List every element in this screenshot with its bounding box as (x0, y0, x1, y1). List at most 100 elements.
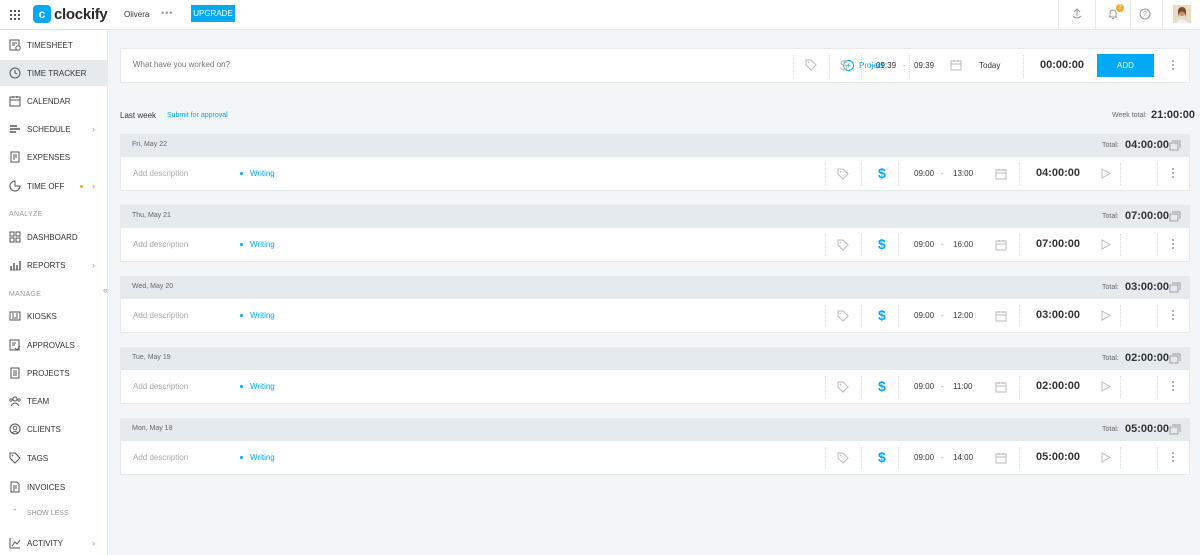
extension-icon[interactable] (1070, 7, 1084, 21)
sidebar-item-clients[interactable]: CLIENTS (0, 416, 108, 442)
notifications-bell-icon[interactable]: 2 (1106, 4, 1124, 21)
help-icon[interactable]: ? (1138, 7, 1152, 21)
bulk-edit-icon[interactable] (1169, 140, 1181, 151)
play-icon[interactable] (1101, 168, 1112, 181)
start-time-input[interactable]: 09:00 (914, 169, 934, 178)
bulk-edit-icon[interactable] (1169, 353, 1181, 364)
entry-menu-icon[interactable] (1171, 60, 1175, 70)
description-input[interactable]: Add description (133, 453, 188, 462)
billable-dollar-icon[interactable]: $ (878, 449, 886, 465)
timer-duration[interactable]: 00:00:00 (1040, 59, 1084, 71)
tag-icon[interactable] (837, 168, 849, 182)
entry-menu-icon[interactable] (1171, 168, 1175, 178)
project-label[interactable]: Writing (240, 382, 275, 391)
notifications-badge: 2 (1116, 4, 1124, 12)
tag-icon[interactable] (837, 310, 849, 324)
workspace-menu-icon[interactable]: ••• (161, 8, 173, 18)
entry-duration[interactable]: 02:00:00 (1036, 380, 1080, 392)
entry-menu-icon[interactable] (1171, 381, 1175, 391)
end-time-input[interactable]: 12:00 (953, 311, 973, 320)
sidebar-item-projects[interactable]: PROJECTS (0, 360, 108, 386)
calendar-icon[interactable] (995, 310, 1007, 324)
sidebar-item-reports[interactable]: REPORTS › (0, 252, 108, 278)
workspace-name[interactable]: Olivera (124, 10, 149, 19)
entry-duration[interactable]: 04:00:00 (1036, 167, 1080, 179)
entry-menu-icon[interactable] (1171, 452, 1175, 462)
clockify-logo[interactable]: c clockify (33, 5, 108, 23)
sidebar-item-time-off[interactable]: TIME OFF › (0, 173, 108, 199)
entry-duration[interactable]: 03:00:00 (1036, 309, 1080, 321)
project-label[interactable]: Writing (240, 169, 275, 178)
billable-dollar-icon[interactable]: $ (878, 236, 886, 252)
play-icon[interactable] (1101, 381, 1112, 394)
collapse-sidebar-icon[interactable]: « (103, 285, 108, 295)
approvals-icon (9, 339, 21, 351)
calendar-icon[interactable] (995, 381, 1007, 395)
sidebar-item-kiosks[interactable]: KIOSKS (0, 303, 108, 329)
sidebar-item-calendar[interactable]: CALENDAR (0, 88, 108, 114)
end-time-input[interactable]: 16:00 (953, 240, 973, 249)
submit-for-approval-link[interactable]: Submit for approval (167, 112, 228, 119)
entry-duration[interactable]: 07:00:00 (1036, 238, 1080, 250)
day-header: Wed, May 20 Total: 03:00:00 (120, 276, 1190, 299)
billable-dollar-icon[interactable]: $ (840, 57, 848, 73)
end-time-input[interactable]: 09:39 (914, 61, 934, 70)
chevron-right-icon: › (92, 260, 95, 270)
calendar-icon[interactable] (995, 452, 1007, 466)
project-label[interactable]: Writing (240, 240, 275, 249)
upgrade-button[interactable]: UPGRADE (191, 5, 235, 22)
description-input[interactable]: Add description (133, 240, 188, 249)
date-label[interactable]: Today (979, 61, 1000, 70)
play-icon[interactable] (1101, 452, 1112, 465)
tag-icon[interactable] (837, 381, 849, 395)
sidebar-item-team[interactable]: TEAM (0, 388, 108, 414)
bulk-edit-icon[interactable] (1169, 282, 1181, 293)
notification-dot (80, 184, 83, 188)
calendar-icon[interactable] (950, 59, 962, 73)
tag-icon[interactable] (805, 59, 817, 73)
sidebar-item-activity[interactable]: ACTIVITY › (0, 530, 108, 555)
sidebar-item-dashboard[interactable]: DASHBOARD (0, 224, 108, 250)
tag-icon[interactable] (837, 239, 849, 253)
entry-duration[interactable]: 05:00:00 (1036, 451, 1080, 463)
sidebar-item-time-tracker[interactable]: TIME TRACKER (0, 60, 108, 86)
end-time-input[interactable]: 13:00 (953, 169, 973, 178)
calendar-icon[interactable] (995, 239, 1007, 253)
add-entry-button[interactable]: ADD (1097, 54, 1154, 77)
project-label[interactable]: Writing (240, 453, 275, 462)
sidebar-item-invoices[interactable]: INVOICES (0, 474, 108, 500)
description-input[interactable]: Add description (133, 169, 188, 178)
tag-icon[interactable] (837, 452, 849, 466)
start-time-input[interactable]: 09:00 (914, 240, 934, 249)
divider (825, 305, 826, 327)
sidebar-item-expenses[interactable]: EXPENSES (0, 144, 108, 170)
sidebar-item-tags[interactable]: TAGS (0, 445, 108, 471)
billable-dollar-icon[interactable]: $ (878, 378, 886, 394)
billable-dollar-icon[interactable]: $ (878, 307, 886, 323)
start-time-input[interactable]: 09:00 (914, 453, 934, 462)
play-icon[interactable] (1101, 310, 1112, 323)
start-time-input[interactable]: 09:00 (914, 382, 934, 391)
entry-menu-icon[interactable] (1171, 239, 1175, 249)
entry-menu-icon[interactable] (1171, 310, 1175, 320)
user-avatar[interactable] (1173, 5, 1191, 23)
bulk-edit-icon[interactable] (1169, 211, 1181, 222)
billable-dollar-icon[interactable]: $ (878, 165, 886, 181)
project-label[interactable]: Writing (240, 311, 275, 320)
play-icon[interactable] (1101, 239, 1112, 252)
description-input[interactable]: Add description (133, 311, 188, 320)
bulk-edit-icon[interactable] (1169, 424, 1181, 435)
sidebar-item-approvals[interactable]: APPROVALS (0, 332, 108, 358)
sidebar-item-schedule[interactable]: SCHEDULE › (0, 116, 108, 142)
show-less-toggle[interactable]: ⌃ SHOW LESS (0, 506, 108, 522)
end-time-input[interactable]: 11:00 (953, 382, 972, 391)
app-grid-icon[interactable] (10, 10, 20, 20)
description-input[interactable]: Add description (133, 382, 188, 391)
description-input[interactable] (133, 60, 433, 69)
calendar-icon[interactable] (995, 168, 1007, 182)
sidebar-item-timesheet[interactable]: TIMESHEET (0, 32, 108, 58)
start-time-input[interactable]: 09:00 (914, 311, 934, 320)
end-time-input[interactable]: 14:00 (953, 453, 973, 462)
start-time-input[interactable]: 09:39 (876, 61, 896, 70)
divider (1157, 234, 1158, 256)
